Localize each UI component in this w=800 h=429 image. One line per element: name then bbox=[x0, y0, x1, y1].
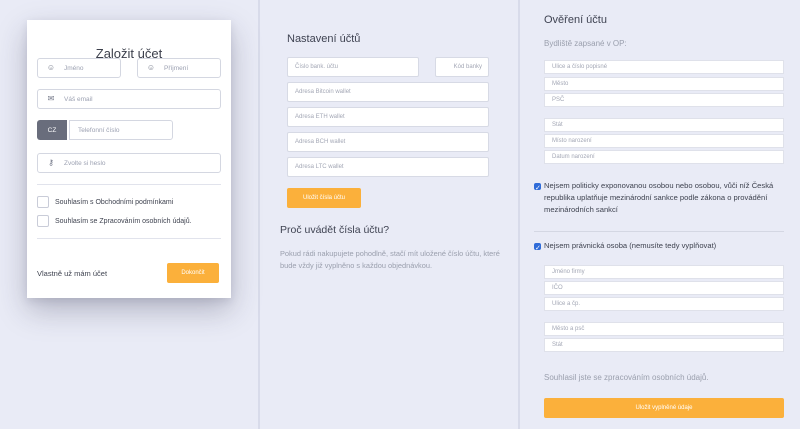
password-input[interactable]: ⚷ Zvolte si heslo bbox=[37, 153, 221, 173]
consent-text: Souhlasil jste se zpracováním osobních ú… bbox=[544, 373, 709, 382]
terms-checkbox-row[interactable]: Souhlasím s Obchodními podmínkami bbox=[37, 196, 173, 208]
privacy-checkbox-row[interactable]: Souhlasím se Zpracováním osobních údajů. bbox=[37, 215, 192, 227]
zip-input[interactable]: PSČ bbox=[544, 93, 784, 107]
separator bbox=[37, 184, 221, 185]
legal-entity-checkbox-wrap[interactable]: ✓ bbox=[534, 243, 544, 252]
company-city-zip-placeholder: Město a psč bbox=[552, 326, 585, 332]
company-country-placeholder: Stát bbox=[552, 342, 563, 348]
terms-checkbox[interactable] bbox=[37, 196, 49, 208]
phone-input[interactable]: Telefonní číslo bbox=[69, 120, 173, 140]
ico-input[interactable]: IČO bbox=[544, 281, 784, 295]
save-verification-button[interactable]: Uložit vyplněné údaje bbox=[544, 398, 784, 418]
envelope-icon: ✉ bbox=[47, 94, 55, 103]
save-accounts-button[interactable]: Uložit čísla účtu bbox=[287, 188, 361, 208]
privacy-label: Souhlasím se Zpracováním osobních údajů. bbox=[55, 217, 192, 225]
smiley-icon: ☺ bbox=[146, 63, 156, 72]
city-placeholder: Město bbox=[552, 81, 569, 87]
company-street-placeholder: Ulice a čp. bbox=[552, 301, 581, 307]
pep-checkbox[interactable]: ✓ bbox=[534, 183, 541, 192]
register-column: Založit účet ☺ Jméno ☺ Příjmení ✉ Váš em… bbox=[0, 0, 258, 429]
smiley-icon: ☺ bbox=[46, 63, 56, 72]
bank-code-placeholder: Kód banky bbox=[453, 64, 482, 70]
street-input[interactable]: Ulice a číslo popisné bbox=[544, 60, 784, 74]
first-name-input[interactable]: ☺ Jméno bbox=[37, 58, 121, 78]
why-title: Proč uvádět čísla účtu? bbox=[280, 224, 390, 236]
bank-code-input[interactable]: Kód banky bbox=[435, 57, 489, 77]
account-settings-column: Nastavení účtů Číslo bank. účtu Kód bank… bbox=[260, 0, 518, 429]
eth-wallet-input[interactable]: Adresa ETH wallet bbox=[287, 107, 489, 127]
email-input[interactable]: ✉ Váš email bbox=[37, 89, 221, 109]
have-account-link[interactable]: Vlastně už mám účet bbox=[37, 268, 107, 280]
finish-button[interactable]: Dokončit bbox=[167, 263, 219, 283]
street-placeholder: Ulice a číslo popisné bbox=[552, 64, 608, 70]
company-name-input[interactable]: Jméno firmy bbox=[544, 265, 784, 279]
legal-entity-checkbox[interactable]: ✓ bbox=[534, 243, 541, 252]
terms-label: Souhlasím s Obchodními podmínkami bbox=[55, 198, 174, 206]
phone-country-select[interactable]: CZ bbox=[37, 120, 67, 140]
separator bbox=[534, 231, 784, 232]
phone-placeholder: Telefonní číslo bbox=[78, 126, 120, 134]
bitcoin-placeholder: Adresa Bitcoin wallet bbox=[295, 89, 351, 95]
separator bbox=[37, 238, 221, 239]
why-text: Pokud rádi nakupujete pohodlně, stačí mí… bbox=[280, 249, 500, 270]
register-card: Založit účet ☺ Jméno ☺ Příjmení ✉ Váš em… bbox=[27, 20, 231, 298]
ltc-placeholder: Adresa LTC wallet bbox=[295, 164, 344, 170]
verification-title: Ověření účtu bbox=[544, 14, 607, 26]
email-placeholder: Váš email bbox=[64, 95, 93, 103]
bch-placeholder: Adresa BCH wallet bbox=[295, 139, 346, 145]
bank-account-placeholder: Číslo bank. účtu bbox=[295, 64, 339, 70]
account-settings-title: Nastavení účtů bbox=[287, 33, 361, 45]
ico-placeholder: IČO bbox=[552, 285, 563, 291]
last-name-placeholder: Příjmení bbox=[164, 64, 189, 72]
ltc-wallet-input[interactable]: Adresa LTC wallet bbox=[287, 157, 489, 177]
birthplace-placeholder: Místo narození bbox=[552, 138, 592, 144]
verification-column: Ověření účtu Bydliště zapsané v OP: Ulic… bbox=[520, 0, 800, 429]
legal-entity-label: Nejsem právnická osoba (nemusíte tedy vy… bbox=[544, 241, 717, 250]
city-input[interactable]: Město bbox=[544, 77, 784, 91]
pep-label: Nejsem politicky exponovanou osobou nebo… bbox=[544, 181, 774, 214]
last-name-input[interactable]: ☺ Příjmení bbox=[137, 58, 221, 78]
key-icon: ⚷ bbox=[48, 158, 54, 167]
company-street-input[interactable]: Ulice a čp. bbox=[544, 297, 784, 311]
company-name-placeholder: Jméno firmy bbox=[552, 269, 585, 275]
zip-placeholder: PSČ bbox=[552, 97, 565, 103]
country-input[interactable]: Stát bbox=[544, 118, 784, 132]
birthplace-input[interactable]: Místo narození bbox=[544, 134, 784, 148]
company-city-zip-input[interactable]: Město a psč bbox=[544, 322, 784, 336]
privacy-checkbox[interactable] bbox=[37, 215, 49, 227]
bank-account-input[interactable]: Číslo bank. účtu bbox=[287, 57, 419, 77]
country-placeholder: Stát bbox=[552, 122, 563, 128]
residence-label: Bydliště zapsané v OP: bbox=[544, 39, 627, 48]
birthdate-input[interactable]: Datum narození bbox=[544, 150, 784, 164]
eth-placeholder: Adresa ETH wallet bbox=[295, 114, 345, 120]
bitcoin-wallet-input[interactable]: Adresa Bitcoin wallet bbox=[287, 82, 489, 102]
birthdate-placeholder: Datum narození bbox=[552, 154, 595, 160]
company-country-input[interactable]: Stát bbox=[544, 338, 784, 352]
first-name-placeholder: Jméno bbox=[64, 64, 84, 72]
bch-wallet-input[interactable]: Adresa BCH wallet bbox=[287, 132, 489, 152]
password-placeholder: Zvolte si heslo bbox=[64, 159, 106, 167]
